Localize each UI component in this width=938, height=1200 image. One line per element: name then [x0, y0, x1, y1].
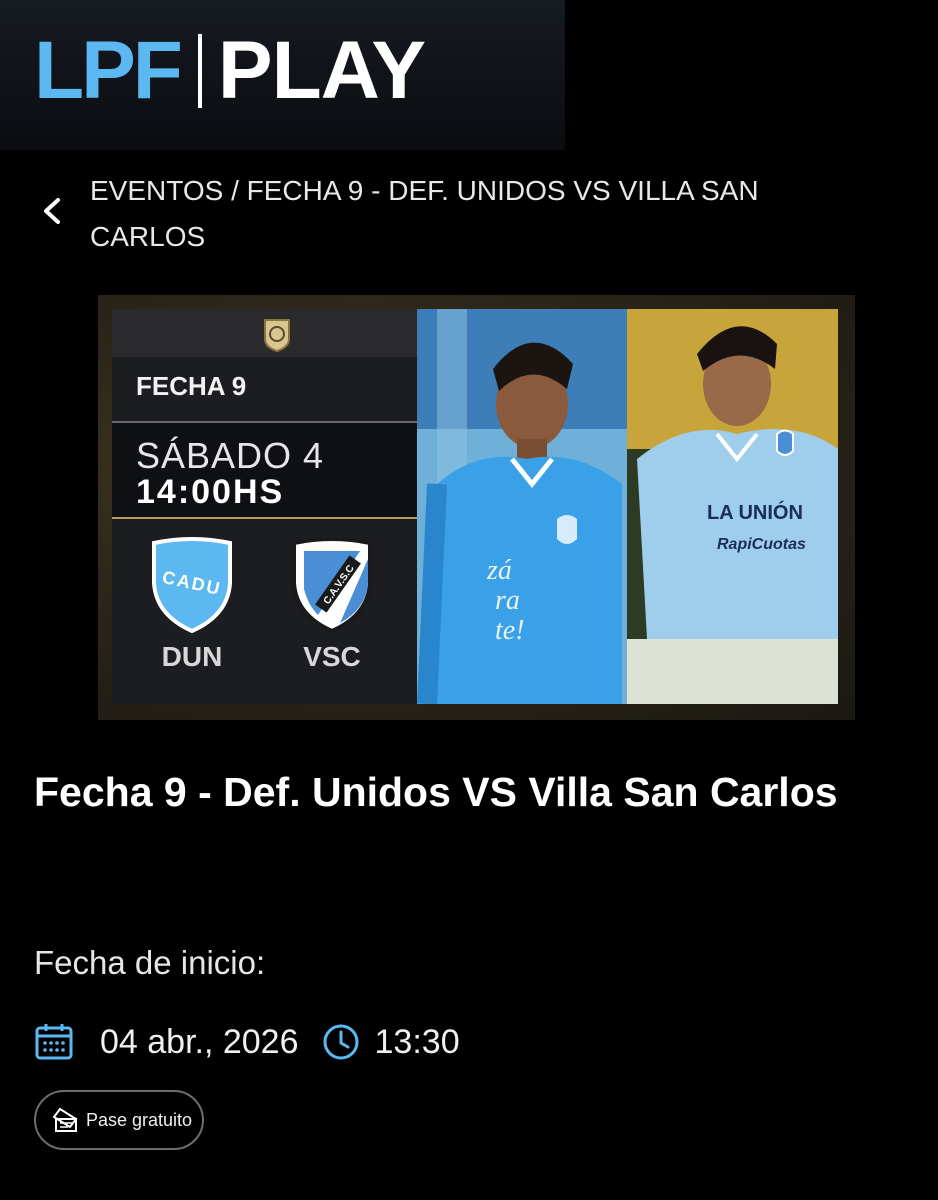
- start-date-label: Fecha de inicio:: [34, 944, 266, 981]
- banner-time: 14:00HS: [136, 473, 285, 511]
- breadcrumb: EVENTOS / FECHA 9 - DEF. UNIDOS VS VILLA…: [90, 175, 759, 252]
- away-team-abbr: VSC: [303, 641, 361, 672]
- free-pass-label: Pase gratuito: [86, 1109, 193, 1130]
- banner-date-box: SÁBADO 4 14:00HS: [112, 421, 417, 519]
- svg-text:LA UNIÓN: LA UNIÓN: [707, 500, 803, 524]
- home-shield-icon: CADU: [152, 537, 232, 633]
- home-player-photo: zá ra te!: [417, 309, 627, 704]
- ticket-icon: [52, 1107, 78, 1132]
- app-header: LPF PLAY: [0, 0, 565, 150]
- away-shield-icon: C.A.V.S.C: [292, 537, 372, 633]
- event-banner: FECHA 9 SÁBADO 4 14:00HS CADU DUN C.A.V.…: [98, 295, 855, 720]
- chevron-left-icon[interactable]: [40, 196, 64, 226]
- logo-lpf-text: LPF: [34, 25, 183, 116]
- event-title: Fecha 9 - Def. Unidos VS Villa San Carlo…: [34, 769, 838, 815]
- lpf-play-logo[interactable]: LPF PLAY: [34, 25, 426, 116]
- league-crest-icon: [264, 319, 290, 353]
- away-team: C.A.V.S.C VSC: [282, 537, 382, 673]
- clock-icon: [323, 1024, 359, 1060]
- event-date: 04 abr., 2026: [100, 1022, 299, 1061]
- svg-text:zá: zá: [486, 555, 512, 586]
- svg-text:te!: te!: [495, 615, 525, 646]
- banner-day: SÁBADO 4: [136, 435, 325, 476]
- away-player-photo: LA UNIÓN RapiCuotas: [627, 309, 838, 704]
- logo-play-text: PLAY: [217, 25, 426, 116]
- banner-round: FECHA 9: [136, 371, 247, 401]
- event-time: 13:30: [374, 1022, 460, 1061]
- calendar-icon: [35, 1024, 73, 1060]
- home-team: CADU DUN: [142, 537, 242, 673]
- match-info-panel: FECHA 9 SÁBADO 4 14:00HS CADU DUN C.A.V.…: [112, 357, 417, 704]
- home-team-abbr: DUN: [161, 641, 223, 672]
- free-pass-button[interactable]: Pase gratuito: [34, 1090, 204, 1150]
- event-page: LPF PLAY EVENTOS / FECHA 9 - DEF. UNIDOS…: [0, 0, 938, 1200]
- logo-divider: [197, 34, 202, 108]
- svg-text:ra: ra: [495, 585, 520, 616]
- banner-card: FECHA 9 SÁBADO 4 14:00HS CADU DUN C.A.V.…: [112, 309, 838, 704]
- gold-divider: [112, 517, 417, 519]
- svg-text:RapiCuotas: RapiCuotas: [717, 536, 806, 553]
- event-datetime: 04 abr., 2026 13:30: [34, 1016, 460, 1068]
